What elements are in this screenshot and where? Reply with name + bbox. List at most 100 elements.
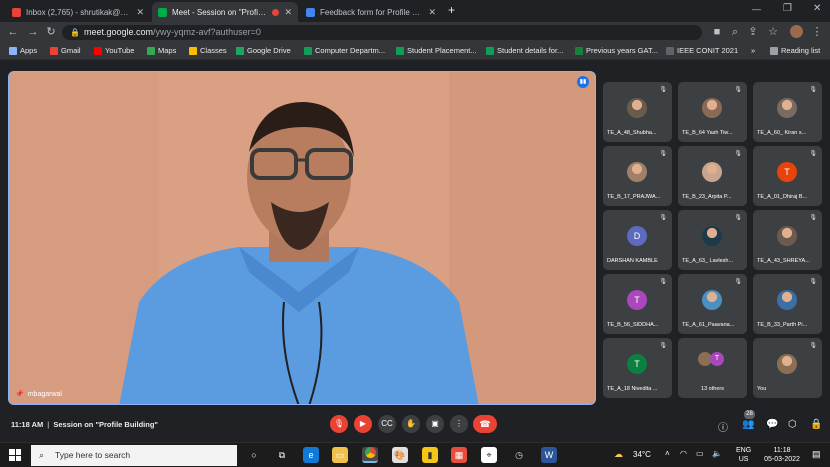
- reading-list-icon: [770, 47, 778, 55]
- reload-icon[interactable]: ↻: [44, 25, 58, 39]
- bookmark-computer-dept[interactable]: Computer Departm...: [304, 45, 385, 57]
- zoom-icon[interactable]: ⌕: [728, 25, 742, 39]
- participant-tile[interactable]: 🎙 TE_B_33_Parth Pi...: [753, 274, 822, 334]
- sticky-notes-icon[interactable]: ▮: [422, 447, 438, 463]
- share-icon[interactable]: ⇪: [746, 25, 760, 39]
- file-explorer-icon[interactable]: ▭: [332, 447, 348, 463]
- tab-meet[interactable]: Meet - Session on "Profile Bu ✕: [152, 2, 298, 22]
- participant-tile[interactable]: 🎙 TE_A_60_ Kiran s...: [753, 82, 822, 142]
- participant-tile[interactable]: 🎙 You: [753, 338, 822, 398]
- pin-icon: 📌: [15, 391, 24, 398]
- paint-icon[interactable]: 🎨: [392, 447, 408, 463]
- notifications-icon[interactable]: ▤: [812, 449, 821, 460]
- participant-tile[interactable]: 🎙 TE_A_63_ Lavlesh...: [678, 210, 747, 270]
- bookmark-placement[interactable]: Student Placement...: [396, 45, 477, 57]
- participant-tile[interactable]: T 13 others: [678, 338, 747, 398]
- participant-tile[interactable]: 🎙 TE_B_64 Yash Tiw...: [678, 82, 747, 142]
- task-view-icon[interactable]: ⧉: [274, 447, 290, 463]
- battery-icon[interactable]: ▭: [696, 449, 704, 458]
- bookmark-icon: [575, 47, 583, 55]
- bookmark-drive[interactable]: Google Drive: [236, 45, 291, 57]
- presenter-video[interactable]: 📌 mbagarwal ▮▮: [8, 71, 596, 405]
- word-icon[interactable]: W: [541, 447, 557, 463]
- weather-temp[interactable]: 34°C: [633, 450, 651, 459]
- app-icon[interactable]: ▦: [451, 447, 467, 463]
- reading-list[interactable]: Reading list: [770, 45, 820, 57]
- captions-button[interactable]: CC: [378, 415, 396, 433]
- chat-icon[interactable]: 💬: [766, 419, 778, 430]
- info-icon[interactable]: ⓘ: [718, 419, 728, 434]
- window-close-icon[interactable]: ✕: [813, 3, 821, 14]
- participant-name: TE_A_60_ Kiran s...: [757, 130, 807, 136]
- clock-app-icon[interactable]: ◷: [511, 447, 527, 463]
- camera-icon[interactable]: ■: [710, 25, 724, 39]
- address-bar[interactable]: 🔒 meet.google.com/ywy-yqmz-avf?authuser=…: [62, 25, 702, 40]
- tray-chevron-icon[interactable]: ˄: [665, 449, 670, 458]
- lock-meeting-icon[interactable]: 🔒: [810, 419, 822, 430]
- close-icon[interactable]: ✕: [428, 7, 436, 18]
- bookmark-ieee[interactable]: IEEE CONIT 2021: [666, 45, 738, 57]
- participant-tile[interactable]: 🎙 T TE_A_01_Dhiraj B...: [753, 146, 822, 206]
- profile-avatar[interactable]: [790, 25, 803, 38]
- wifi-icon[interactable]: ◠: [680, 449, 687, 458]
- participant-tile[interactable]: 🎙 TE_B_17_PRAJWA...: [603, 146, 672, 206]
- bookmark-label: IEEE CONIT 2021: [677, 46, 739, 55]
- cortana-icon[interactable]: ○: [246, 447, 262, 463]
- back-icon[interactable]: ←: [6, 25, 20, 39]
- participant-tile[interactable]: 🎙 TE_B_23_Arpita P...: [678, 146, 747, 206]
- restore-icon[interactable]: ❐: [783, 3, 792, 14]
- meet-icon: [158, 7, 167, 17]
- avatar: [777, 98, 797, 118]
- participant-tile[interactable]: 🎙 TE_A_43_SHREYA...: [753, 210, 822, 270]
- edge-icon[interactable]: e: [303, 447, 319, 463]
- sheets-icon: [486, 47, 494, 55]
- maps-app-icon[interactable]: ⌖: [481, 447, 497, 463]
- participant-tile[interactable]: 🎙 TE_A_61_Paavana...: [678, 274, 747, 334]
- more-options-button[interactable]: ⋮: [450, 415, 468, 433]
- participant-name: TE_A_61_Paavana...: [682, 322, 735, 328]
- search-placeholder: Type here to search: [55, 450, 131, 460]
- volume-icon[interactable]: 🔈: [712, 449, 722, 458]
- leave-call-button[interactable]: ☎: [473, 415, 497, 433]
- bookmark-apps[interactable]: Apps: [9, 45, 37, 57]
- windows-start-icon[interactable]: [9, 449, 21, 461]
- star-icon[interactable]: ☆: [766, 25, 780, 39]
- bookmark-youtube[interactable]: YouTube: [94, 45, 134, 57]
- language-indicator[interactable]: ENG US: [736, 446, 751, 464]
- raise-hand-button[interactable]: ✋: [402, 415, 420, 433]
- bookmark-student-details[interactable]: Student details for...: [486, 45, 563, 57]
- avatar: D: [627, 226, 647, 246]
- participant-tile[interactable]: 🎙 D DARSHAN KAMBLE: [603, 210, 672, 270]
- chrome-icon[interactable]: [362, 447, 378, 463]
- taskbar-search-box[interactable]: ⌕ Type here to search: [31, 445, 237, 466]
- camera-toggle-button[interactable]: ▶: [354, 415, 372, 433]
- close-icon[interactable]: ✕: [284, 7, 292, 18]
- url-host: meet.google.com: [84, 27, 154, 37]
- tab-gmail[interactable]: Inbox (2,765) - shrutikak@mes.a ✕: [6, 2, 150, 22]
- bookmark-classes[interactable]: Classes: [189, 45, 227, 57]
- bookmark-label: Computer Departm...: [315, 46, 386, 55]
- present-button[interactable]: ▣: [426, 415, 444, 433]
- bookmark-maps[interactable]: Maps: [147, 45, 176, 57]
- meeting-title: Session on "Profile Building": [53, 420, 158, 429]
- menu-icon[interactable]: ⋮: [810, 25, 824, 39]
- participant-tile[interactable]: 🎙 T TE_A_18 Nivedita ...: [603, 338, 672, 398]
- activities-icon[interactable]: ⬡: [788, 419, 797, 430]
- mic-toggle-button[interactable]: 🎙: [330, 415, 348, 433]
- bookmark-label: Student Placement...: [407, 46, 477, 55]
- close-icon[interactable]: ✕: [136, 7, 144, 18]
- avatar: [702, 98, 722, 118]
- bookmarks-overflow[interactable]: »: [751, 45, 755, 57]
- bookmark-gmail[interactable]: Gmail: [50, 45, 81, 57]
- system-clock[interactable]: 11:18 05-03-2022: [762, 446, 802, 464]
- muted-mic-icon: 🎙: [809, 215, 817, 221]
- participant-tile[interactable]: 🎙 TE_A_48_Shubha...: [603, 82, 672, 142]
- tab-feedback[interactable]: Feedback form for Profile buildin ✕: [300, 2, 442, 22]
- new-tab-button[interactable]: +: [448, 3, 455, 17]
- minimize-icon[interactable]: —: [752, 4, 761, 14]
- avatar: [777, 290, 797, 310]
- participant-tile[interactable]: 🎙 T TE_B_56_SIDDHA...: [603, 274, 672, 334]
- people-icon[interactable]: 👥: [742, 419, 754, 430]
- bookmark-gate[interactable]: Previous years GAT...: [575, 45, 658, 57]
- forward-icon[interactable]: →: [26, 25, 40, 39]
